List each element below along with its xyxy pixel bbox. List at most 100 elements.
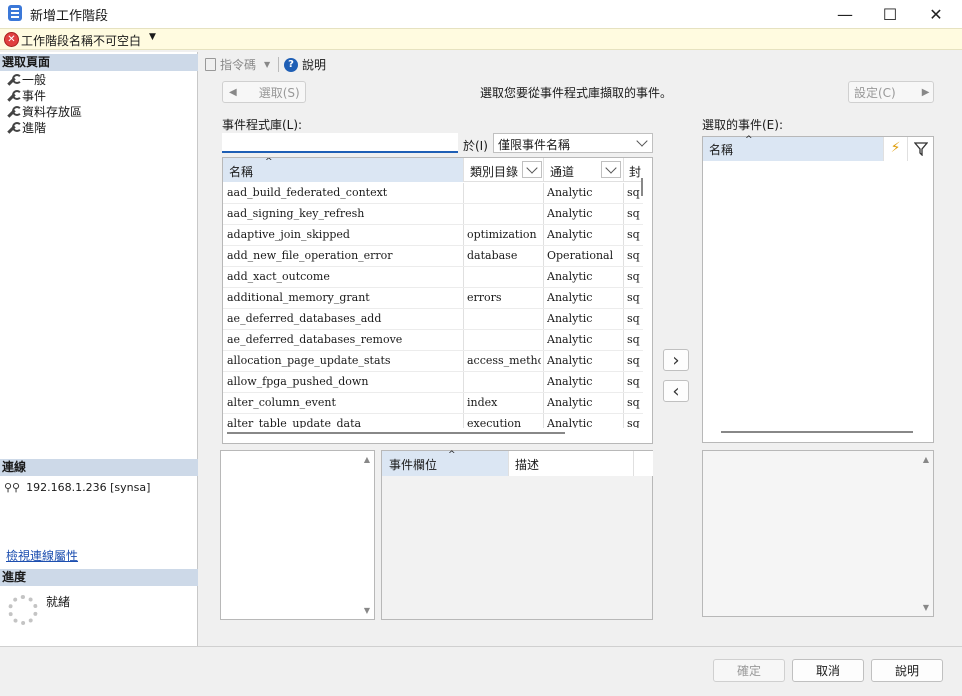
horizontal-scrollbar-thumb[interactable] bbox=[227, 432, 565, 434]
vertical-scrollbar-thumb[interactable] bbox=[641, 178, 643, 196]
server-icon: ⚲⚲ bbox=[4, 481, 21, 494]
page-item-general[interactable]: 一般 bbox=[6, 71, 46, 88]
progress-spinner-icon bbox=[8, 595, 38, 625]
scroll-down-icon[interactable]: ▼ bbox=[923, 603, 929, 612]
grid-header: 名稱 ^ 類別目錄 通道 封 bbox=[223, 158, 643, 182]
event-package-cell: sq bbox=[627, 291, 640, 304]
ok-button[interactable]: 確定 bbox=[713, 659, 785, 682]
page-item-data-storage[interactable]: 資料存放區 bbox=[6, 103, 82, 120]
event-channel-cell: Analytic bbox=[547, 396, 593, 409]
sort-ascending-icon: ^ bbox=[448, 450, 456, 460]
event-library-grid[interactable]: 名稱 ^ 類別目錄 通道 封 aad_build_federated_conte… bbox=[222, 157, 653, 444]
column-header-name[interactable]: 名稱 ^ bbox=[223, 158, 463, 182]
column-header-package[interactable]: 封 bbox=[623, 158, 643, 182]
horizontal-scrollbar-thumb[interactable] bbox=[721, 431, 913, 433]
help-button[interactable]: 說明 bbox=[871, 659, 943, 682]
event-name-cell: aad_build_federated_context bbox=[227, 186, 388, 199]
table-row[interactable]: allocation_page_update_stats access_metho… bbox=[223, 351, 643, 372]
event-field-label: 事件欄位 bbox=[389, 458, 438, 472]
table-row[interactable]: ae_deferred_databases_remove Analytic sq bbox=[223, 330, 643, 351]
column-name-label: 名稱 bbox=[229, 165, 254, 179]
select-button-label: 選取(S) bbox=[258, 85, 300, 100]
remove-event-button[interactable]: ‹ bbox=[663, 380, 689, 402]
selected-event-details-panel: ▲ ▼ bbox=[702, 450, 934, 617]
help-icon: ? bbox=[284, 57, 298, 72]
event-library-label: 事件程式庫(L): bbox=[222, 118, 303, 132]
chevron-down-icon bbox=[636, 135, 648, 147]
table-row[interactable]: alter_column_event index Analytic sq bbox=[223, 393, 643, 414]
view-connection-properties-link[interactable]: 檢視連線屬性 bbox=[6, 547, 78, 564]
event-fields-grid[interactable]: 事件欄位 ^ 描述 bbox=[381, 450, 653, 620]
connection-item: ⚲⚲ 192.168.1.236 [synsa] bbox=[4, 481, 150, 494]
scroll-down-icon[interactable]: ▼ bbox=[364, 606, 370, 615]
instruction-text: 選取您要從事件程式庫擷取的事件。 bbox=[480, 86, 673, 100]
event-name-cell: ae_deferred_databases_remove bbox=[227, 333, 403, 346]
window-title: 新增工作階段 bbox=[30, 9, 109, 24]
event-package-cell: sq bbox=[627, 333, 640, 346]
lightning-icon[interactable]: ⚡ bbox=[883, 137, 907, 161]
table-row[interactable]: add_xact_outcome Analytic sq bbox=[223, 267, 643, 288]
error-bar[interactable]: ✕ 工作階段名稱不可空白 ▼ bbox=[0, 28, 962, 50]
cancel-button[interactable]: 取消 bbox=[792, 659, 864, 682]
select-button[interactable]: ◀ 選取(S) bbox=[222, 81, 306, 103]
chevron-down-icon[interactable]: ▼ bbox=[149, 32, 156, 42]
table-row[interactable]: adaptive_join_skipped optimization Analyti… bbox=[223, 225, 643, 246]
event-channel-cell: Analytic bbox=[547, 354, 593, 367]
wrench-icon bbox=[6, 89, 22, 102]
event-channel-cell: Analytic bbox=[547, 228, 593, 241]
column-header-event-field[interactable]: 事件欄位 ^ bbox=[382, 450, 508, 476]
help-toolbar-button[interactable]: ? 說明 bbox=[284, 56, 326, 73]
chevron-right-icon: › bbox=[672, 349, 680, 371]
event-description-panel: ▲ ▼ bbox=[220, 450, 375, 620]
event-package-cell: sq bbox=[627, 375, 640, 388]
scroll-up-icon[interactable]: ▲ bbox=[364, 455, 370, 464]
progress-status: 就緒 bbox=[46, 595, 71, 609]
script-button[interactable]: 指令碼 ▼ bbox=[205, 56, 270, 73]
maximize-button[interactable]: ☐ bbox=[867, 0, 913, 28]
column-header-channel[interactable]: 通道 bbox=[543, 158, 623, 182]
event-channel-cell: Analytic bbox=[547, 375, 593, 388]
chevron-down-icon[interactable]: ▼ bbox=[264, 60, 270, 69]
configure-button[interactable]: 設定(C) ▶ bbox=[848, 81, 934, 103]
add-event-button[interactable]: › bbox=[663, 349, 689, 371]
event-search-input[interactable] bbox=[222, 133, 458, 153]
search-scope-value: 僅限事件名稱 bbox=[498, 138, 571, 152]
in-label: 於(I) bbox=[463, 139, 488, 153]
connection-header: 連線 bbox=[0, 459, 198, 476]
table-row[interactable]: aad_signing_key_refresh Analytic sq bbox=[223, 204, 643, 225]
selected-events-grid[interactable]: 名稱 ^ ⚡ bbox=[702, 135, 934, 443]
page-item-events[interactable]: 事件 bbox=[6, 87, 46, 104]
table-row[interactable]: alter_table_update_data execution Analytic… bbox=[223, 414, 643, 428]
column-header-description[interactable]: 描述 bbox=[508, 451, 633, 476]
table-row[interactable]: allow_fpga_pushed_down Analytic sq bbox=[223, 372, 643, 393]
column-category-label: 類別目錄 bbox=[470, 165, 519, 179]
table-row[interactable]: ae_deferred_databases_add Analytic sq bbox=[223, 309, 643, 330]
event-package-cell: sq bbox=[627, 354, 640, 367]
column-header-extra bbox=[633, 451, 653, 476]
table-row[interactable]: aad_build_federated_context Analytic sq bbox=[223, 183, 643, 204]
event-name-cell: additional_memory_grant bbox=[227, 291, 370, 304]
table-row[interactable]: additional_memory_grant errors Analytic sq bbox=[223, 288, 643, 309]
title-bar: 新增工作階段 — ☐ ✕ bbox=[0, 0, 962, 28]
selected-column-header-name[interactable]: 名稱 ^ bbox=[703, 135, 883, 161]
error-icon: ✕ bbox=[4, 32, 19, 47]
event-channel-cell: Analytic bbox=[547, 291, 593, 304]
close-button[interactable]: ✕ bbox=[913, 0, 959, 28]
scroll-up-icon[interactable]: ▲ bbox=[923, 455, 929, 464]
filter-icon[interactable] bbox=[907, 137, 934, 161]
event-package-cell: sq bbox=[627, 417, 640, 428]
minimize-button[interactable]: — bbox=[822, 0, 868, 28]
search-scope-select[interactable]: 僅限事件名稱 bbox=[493, 133, 653, 153]
sort-ascending-icon: ^ bbox=[745, 135, 753, 145]
channel-filter-dropdown[interactable] bbox=[601, 161, 621, 178]
event-name-cell: allocation_page_update_stats bbox=[227, 354, 391, 367]
event-category-cell: index bbox=[467, 396, 498, 409]
category-filter-dropdown[interactable] bbox=[522, 161, 542, 178]
page-item-advanced[interactable]: 進階 bbox=[6, 119, 46, 136]
column-package-label: 封 bbox=[629, 165, 642, 179]
event-category-cell: optimization bbox=[467, 228, 537, 241]
event-channel-cell: Analytic bbox=[547, 270, 593, 283]
table-row[interactable]: add_new_file_operation_error database Oper… bbox=[223, 246, 643, 267]
chevron-left-icon: ‹ bbox=[672, 380, 680, 402]
column-header-category[interactable]: 類別目錄 bbox=[463, 158, 543, 182]
